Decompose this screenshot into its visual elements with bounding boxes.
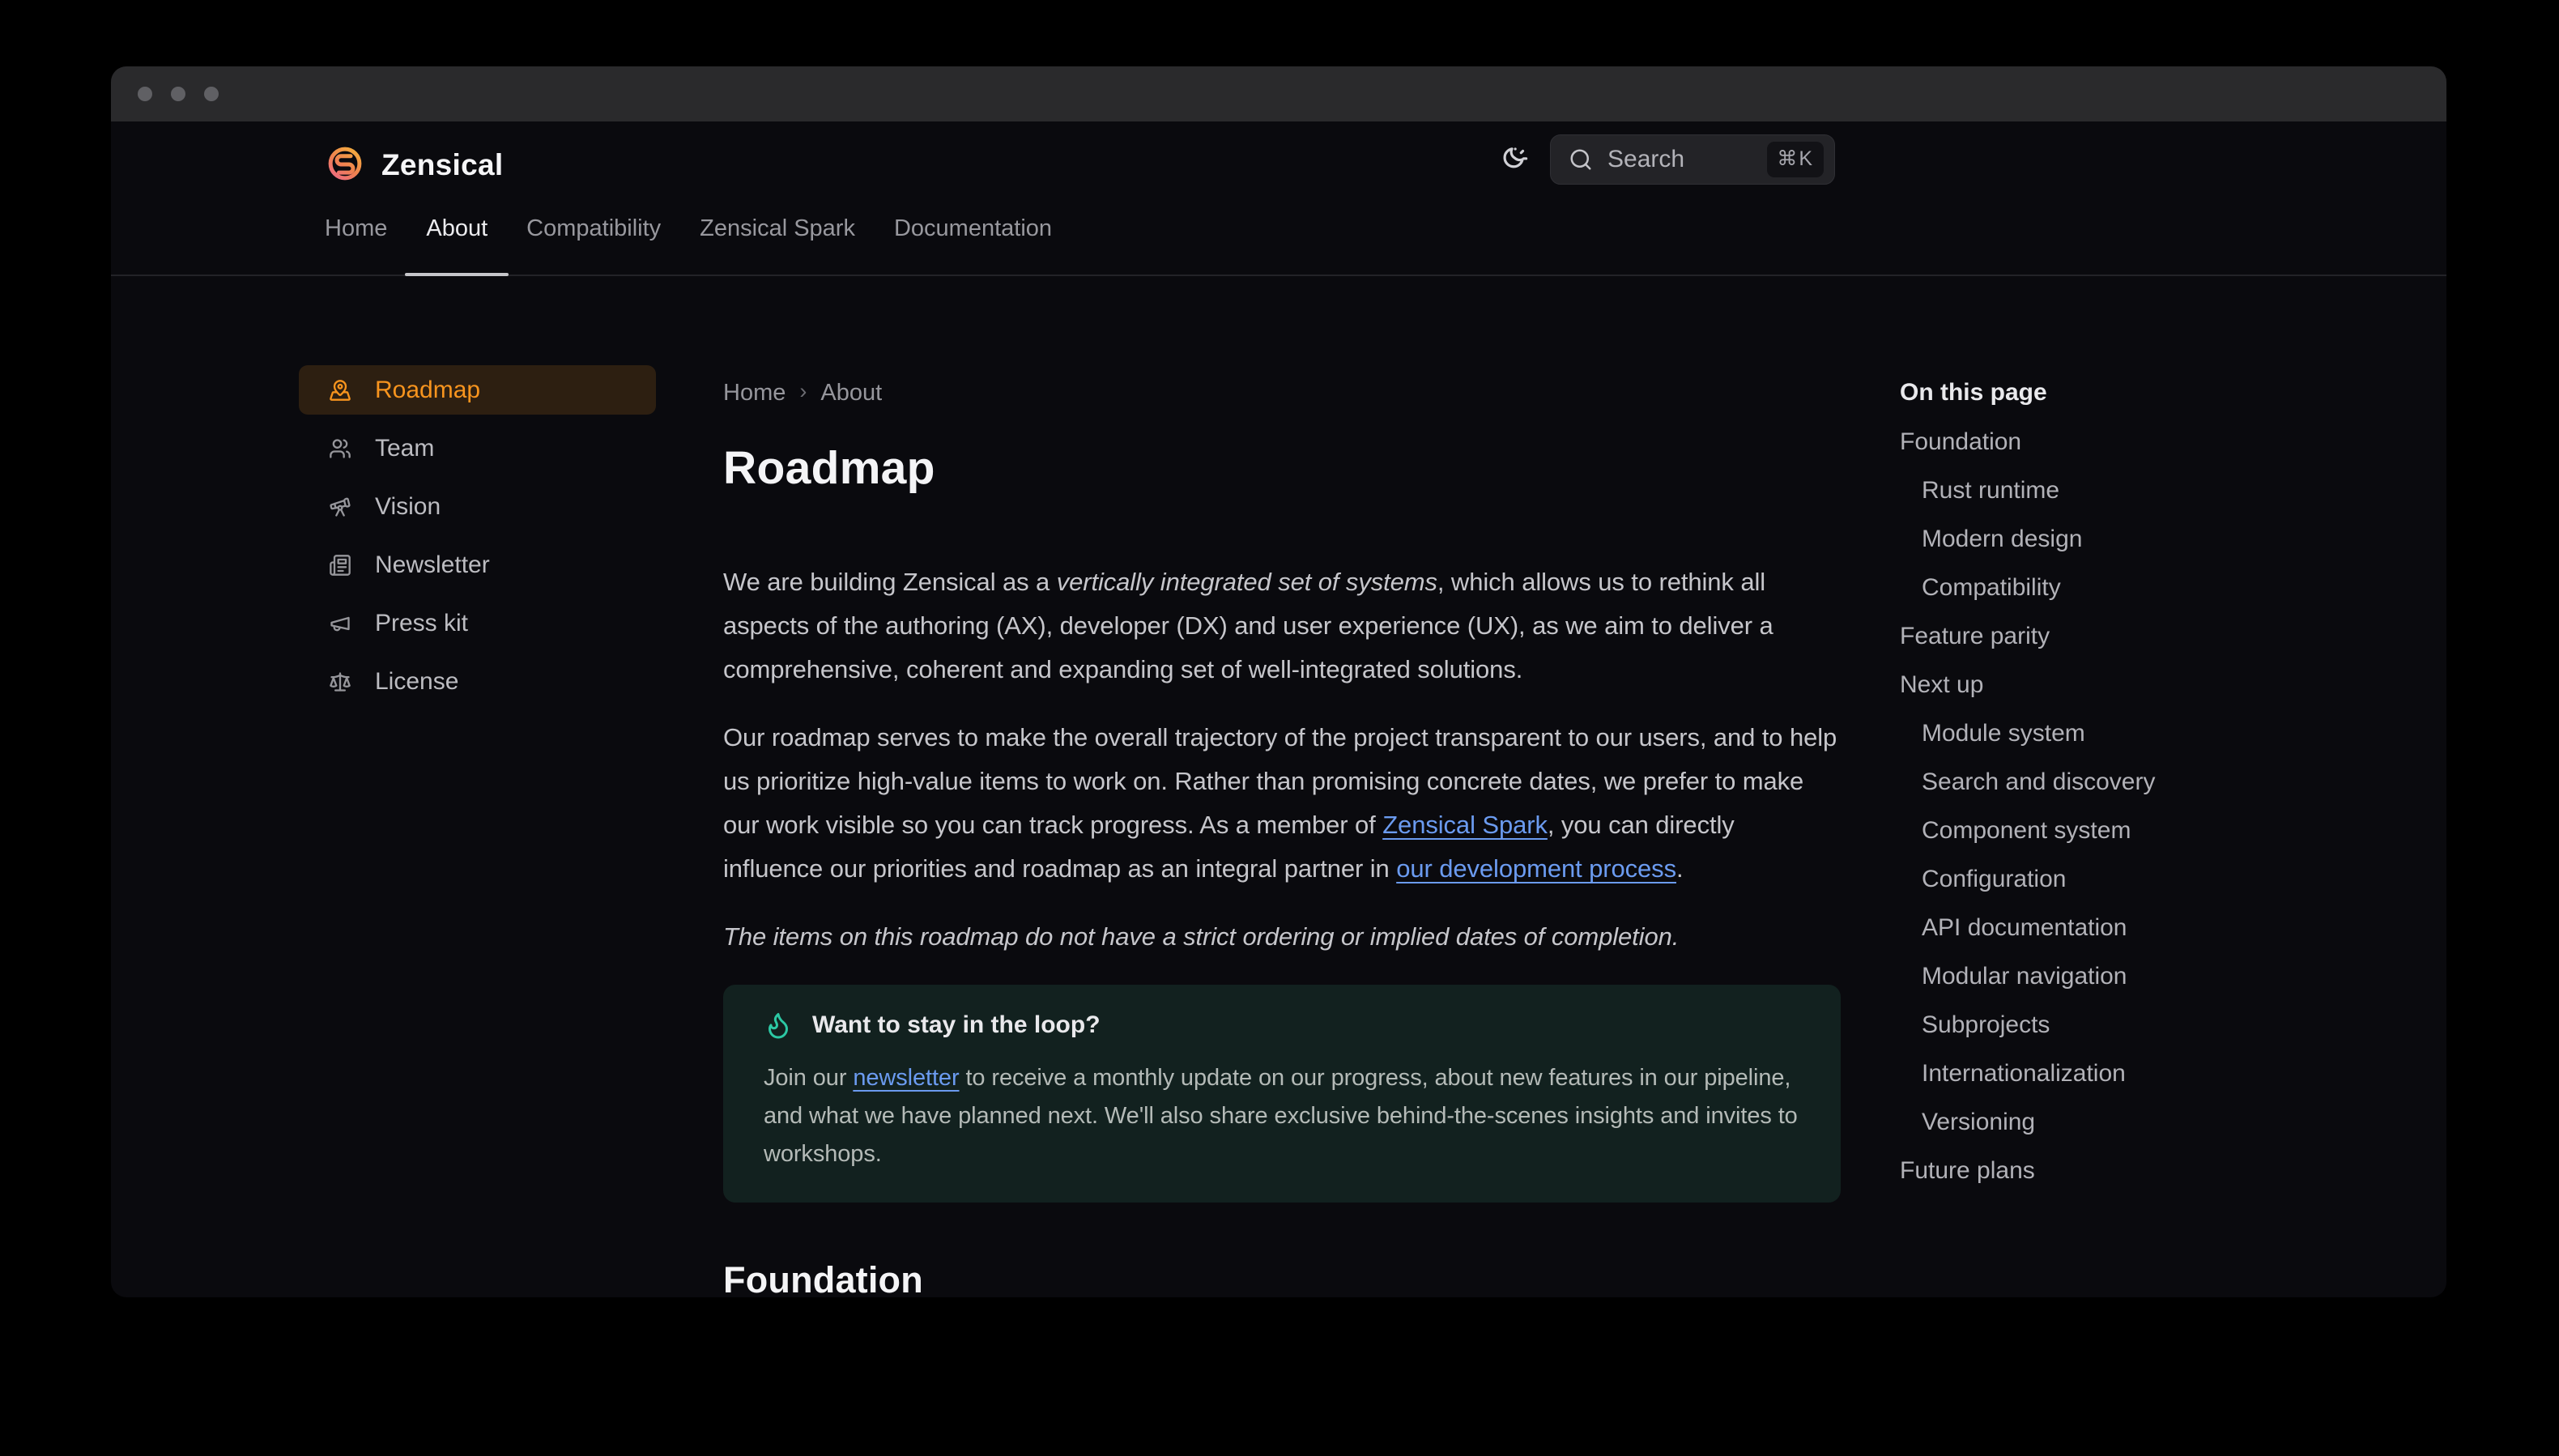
- sidebar-item-label: License: [375, 668, 458, 696]
- table-of-contents: On this page Foundation Rust runtime Moder…: [1900, 379, 2386, 1195]
- roadmap-paragraph: Our roadmap serves to make the overall t…: [723, 716, 1841, 891]
- nav-item-documentation[interactable]: Documentation: [894, 215, 1052, 275]
- sidebar-item-press-kit[interactable]: Press kit: [299, 598, 656, 648]
- zensical-logo-icon[interactable]: [324, 143, 366, 185]
- toc-item[interactable]: Foundation: [1900, 418, 2386, 466]
- callout-header: Want to stay in the loop?: [764, 1011, 1800, 1040]
- toc-item[interactable]: Future plans: [1900, 1147, 2386, 1195]
- callout-body: Join our newsletter to receive a monthly…: [764, 1059, 1800, 1173]
- search-shortcut-badge: ⌘K: [1767, 142, 1824, 177]
- toc-item[interactable]: Module system: [1900, 709, 2386, 758]
- search-placeholder: Search: [1607, 146, 1752, 173]
- map-pin-area-icon: [329, 379, 351, 402]
- sidebar-item-vision[interactable]: Vision: [299, 482, 656, 531]
- main-nav: Home About Compatibility Zensical Spark …: [325, 215, 1052, 275]
- toc-item[interactable]: Rust runtime: [1900, 466, 2386, 515]
- toc-item[interactable]: Next up: [1900, 661, 2386, 709]
- page-title: Roadmap: [723, 442, 1841, 494]
- window-control-dot[interactable]: [138, 87, 152, 101]
- sidebar-item-label: Newsletter: [375, 551, 490, 579]
- newsletter-callout: Want to stay in the loop? Join our newsl…: [723, 985, 1841, 1203]
- search-icon: [1569, 147, 1593, 172]
- site-header: Zensical Search ⌘K Home About Compatibil…: [111, 121, 2446, 276]
- scales-icon: [329, 671, 351, 693]
- toc-item-label: Future plans: [1900, 1157, 2035, 1185]
- newspaper-icon: [329, 554, 351, 577]
- toc-item[interactable]: Subprojects: [1900, 1001, 2386, 1049]
- toc-item-label: Modern design: [1922, 526, 2082, 553]
- app-window: Zensical Search ⌘K Home About Compatibil…: [111, 66, 2446, 1297]
- toc-item-label: Rust runtime: [1922, 477, 2059, 504]
- toc-item-label: Internationalization: [1922, 1060, 2126, 1088]
- toc-item-label: Modular navigation: [1922, 963, 2127, 990]
- toc-item-label: Next up: [1900, 671, 1983, 699]
- toc-item[interactable]: API documentation: [1900, 904, 2386, 952]
- toc-item[interactable]: Modular navigation: [1900, 952, 2386, 1001]
- section-heading-foundation: Foundation: [723, 1259, 1841, 1297]
- inline-link[interactable]: our development process: [1396, 854, 1676, 883]
- nav-item-compatibility[interactable]: Compatibility: [526, 215, 661, 275]
- toc-item-label: Versioning: [1922, 1109, 2035, 1136]
- sidebar-item-roadmap[interactable]: Roadmap: [299, 365, 656, 415]
- sidebar-item-label: Vision: [375, 493, 441, 521]
- breadcrumb: Home › About: [723, 379, 1841, 407]
- sidebar-item-license[interactable]: License: [299, 657, 656, 706]
- sidebar-item-label: Roadmap: [375, 377, 480, 404]
- telescope-icon: [329, 496, 351, 518]
- sidebar-item-label: Team: [375, 435, 434, 462]
- flame-icon: [764, 1011, 793, 1040]
- ordering-note-paragraph: The items on this roadmap do not have a …: [723, 915, 1841, 959]
- chevron-right-icon: ›: [799, 379, 807, 407]
- toc-item[interactable]: Component system: [1900, 807, 2386, 855]
- toc-title: On this page: [1900, 379, 2386, 407]
- toc-item-label: Module system: [1922, 720, 2085, 747]
- sidebar-item-newsletter[interactable]: Newsletter: [299, 540, 656, 590]
- brand-name[interactable]: Zensical: [381, 148, 503, 182]
- nav-item-zensical-spark[interactable]: Zensical Spark: [700, 215, 855, 275]
- toc-item[interactable]: Configuration: [1900, 855, 2386, 904]
- window-control-dot[interactable]: [204, 87, 219, 101]
- sidebar-item-team[interactable]: Team: [299, 424, 656, 473]
- sidebar-item-label: Press kit: [375, 610, 468, 637]
- toc-item[interactable]: Search and discovery: [1900, 758, 2386, 807]
- toc-item[interactable]: Internationalization: [1900, 1049, 2386, 1098]
- toc-item[interactable]: Modern design: [1900, 515, 2386, 564]
- callout-title: Want to stay in the loop?: [812, 1011, 1101, 1039]
- toc-item-label: Feature parity: [1900, 623, 2050, 650]
- nav-item-home[interactable]: Home: [325, 215, 387, 275]
- toc-item-label: Subprojects: [1922, 1011, 2050, 1039]
- users-icon: [329, 437, 351, 460]
- nav-item-about[interactable]: About: [426, 215, 488, 275]
- article-content: Home › About Roadmap We are building Zen…: [723, 379, 1841, 1297]
- window-control-dot[interactable]: [171, 87, 185, 101]
- section-sidebar: Roadmap Team Vision: [299, 365, 656, 715]
- moon-rays-icon: [1497, 146, 1528, 177]
- toc-item[interactable]: Feature parity: [1900, 612, 2386, 661]
- breadcrumb-home[interactable]: Home: [723, 380, 786, 407]
- megaphone-icon: [329, 612, 351, 635]
- theme-toggle-button[interactable]: [1494, 143, 1531, 180]
- main-area: Roadmap Team Vision: [111, 276, 2446, 1296]
- inline-link[interactable]: Zensical Spark: [1382, 811, 1548, 839]
- desktop-background: { "brand": { "name": "Zensical" }, "sear…: [0, 0, 2559, 1456]
- toc-item-label: Component system: [1922, 817, 2131, 845]
- emphasis-text: vertically integrated set of systems: [1057, 568, 1437, 596]
- toc-item-label: Configuration: [1922, 866, 2066, 893]
- search-input[interactable]: Search ⌘K: [1550, 134, 1835, 185]
- inline-link[interactable]: newsletter: [853, 1065, 959, 1091]
- toc-item-label: Search and discovery: [1922, 768, 2156, 796]
- breadcrumb-about[interactable]: About: [820, 380, 882, 407]
- toc-item[interactable]: Compatibility: [1900, 564, 2386, 612]
- toc-item-label: API documentation: [1922, 914, 2127, 942]
- intro-paragraph: We are building Zensical as a vertically…: [723, 560, 1841, 692]
- toc-item-label: Foundation: [1900, 428, 2021, 456]
- window-titlebar: [111, 66, 2446, 121]
- toc-list: Foundation Rust runtime Modern design Compa…: [1900, 418, 2386, 1195]
- toc-item-label: Compatibility: [1922, 574, 2061, 602]
- toc-item[interactable]: Versioning: [1900, 1098, 2386, 1147]
